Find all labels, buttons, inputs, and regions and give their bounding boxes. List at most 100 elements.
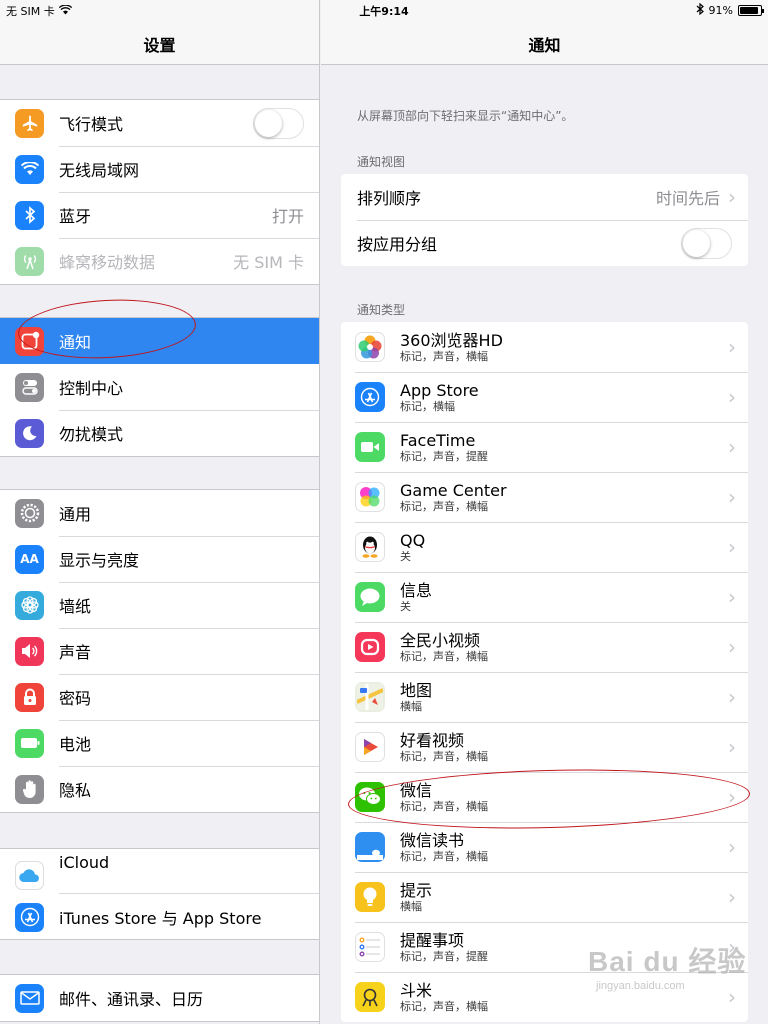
sidebar-item-label: 无线局域网 bbox=[59, 161, 140, 180]
app-alert-styles: 标记，声音，横幅 bbox=[400, 799, 488, 813]
app-notification-row-wechat-read[interactable]: 微信读书 标记，声音，横幅 › bbox=[341, 822, 748, 872]
sidebar-item-label: iTunes Store 与 App Store bbox=[59, 909, 262, 928]
app-alert-styles: 关 bbox=[400, 549, 411, 563]
sidebar-item-label: 墙纸 bbox=[59, 597, 92, 616]
app-notification-row-facetime[interactable]: FaceTime 标记，声音，提醒 › bbox=[341, 422, 748, 472]
chevron-right-icon: › bbox=[728, 985, 736, 1009]
app-alert-styles: 关 bbox=[400, 599, 411, 613]
app-text: 地图 横幅 bbox=[400, 681, 728, 714]
sidebar-item-moon[interactable]: 勿扰模式 bbox=[0, 410, 319, 456]
app-alert-styles: 横幅 bbox=[400, 899, 422, 913]
app-notification-row-haokan[interactable]: 好看视频 标记，声音，横幅 › bbox=[341, 722, 748, 772]
sidebar-item-label: 通用 bbox=[59, 505, 92, 524]
settings-sidebar: 设置 飞行模式 无线局域网 蓝牙 打开 蜂窝移动数据 无 SIM 卡通知 控制中心 勿扰模式通… bbox=[0, 0, 320, 1024]
app-notification-row-game-center[interactable]: Game Center 标记，声音，横幅 › bbox=[341, 472, 748, 522]
app-store-icon bbox=[355, 382, 385, 412]
app-name: 全民小视频 bbox=[400, 630, 481, 650]
chevron-right-icon: › bbox=[728, 385, 736, 409]
sidebar-item-label: 隐私 bbox=[59, 781, 92, 800]
notification-types-header: 通知类型 bbox=[357, 303, 406, 317]
toggle-knob bbox=[255, 109, 282, 137]
app-notification-row-maps[interactable]: 地图 横幅 › bbox=[341, 672, 748, 722]
chevron-right-icon: › bbox=[728, 185, 736, 209]
app-notification-row-doumi[interactable]: 斗米 标记，声音，横幅 › bbox=[341, 972, 748, 1022]
chevron-right-icon: › bbox=[728, 635, 736, 659]
sidebar-item-mail[interactable]: 邮件、通讯录、日历 bbox=[0, 975, 319, 1021]
facetime-icon bbox=[355, 432, 385, 462]
sidebar-item-gear[interactable]: 通用 bbox=[0, 490, 319, 536]
app-notification-row-video-app[interactable]: 全民小视频 标记，声音，横幅 › bbox=[341, 622, 748, 672]
sort-order-label: 排列顺序 bbox=[357, 189, 422, 208]
sidebar-item-airplane[interactable]: 飞行模式 bbox=[0, 100, 319, 146]
sidebar-item-battery[interactable]: 电池 bbox=[0, 720, 319, 766]
hand-icon bbox=[15, 774, 44, 804]
app-notification-row-reminders[interactable]: 提醒事项 标记，声音，提醒 › bbox=[341, 922, 748, 972]
settings-group: iCloud iTunes Store 与 App Store bbox=[0, 848, 319, 941]
battery-icon bbox=[738, 5, 764, 16]
tips-icon bbox=[355, 882, 385, 912]
app-text: App Store 标记，横幅 bbox=[400, 381, 728, 414]
sidebar-item-cellular[interactable]: 蜂窝移动数据 无 SIM 卡 bbox=[0, 238, 319, 284]
app-name: 360浏览器HD bbox=[400, 330, 503, 350]
app-alert-styles: 标记，声音，横幅 bbox=[400, 849, 488, 863]
sidebar-item-label: 飞行模式 bbox=[59, 115, 124, 134]
app-text: 微信 标记，声音，横幅 bbox=[400, 781, 728, 814]
chevron-right-icon: › bbox=[728, 685, 736, 709]
sidebar-item-display[interactable]: AA 显示与亮度 bbox=[0, 536, 319, 582]
app-alert-styles: 标记，声音，横幅 bbox=[400, 999, 488, 1013]
haokan-icon bbox=[355, 732, 385, 762]
notifications-icon bbox=[15, 326, 44, 356]
settings-title: 设置 bbox=[143, 36, 176, 55]
group-by-app-toggle[interactable] bbox=[681, 227, 732, 259]
app-text: 微信读书 标记，声音，横幅 bbox=[400, 831, 728, 864]
app-store-icon bbox=[15, 902, 44, 932]
sidebar-item-app-store[interactable]: iTunes Store 与 App Store bbox=[0, 893, 319, 941]
notifications-pane: 通知 从屏幕顶部向下轻扫来显示“通知中心”。 通知视图 排列顺序 时间先后 › … bbox=[321, 0, 768, 1024]
settings-group: 通知 控制中心勿扰模式 bbox=[0, 317, 319, 457]
app-text: FaceTime 标记，声音，提醒 bbox=[400, 431, 728, 464]
sidebar-item-speaker[interactable]: 声音 bbox=[0, 628, 319, 674]
app-alert-styles: 标记，声音，横幅 bbox=[400, 749, 488, 763]
settings-group: 通用 AA 显示与亮度墙纸声音密码电池隐私 bbox=[0, 489, 319, 813]
sidebar-item-control-center[interactable]: 控制中心 bbox=[0, 364, 319, 410]
airplane-mode-toggle[interactable] bbox=[253, 107, 304, 139]
browser-360-icon bbox=[355, 332, 385, 362]
app-notification-row-browser-360[interactable]: 360浏览器HD 标记，声音，横幅 › bbox=[341, 322, 748, 372]
sidebar-item-label: iCloud bbox=[59, 853, 110, 872]
app-name: 微信读书 bbox=[400, 830, 465, 850]
app-name: 提示 bbox=[400, 880, 433, 900]
app-text: 360浏览器HD 标记，声音，横幅 bbox=[400, 331, 728, 364]
sidebar-item-wallpaper[interactable]: 墙纸 bbox=[0, 582, 319, 628]
mail-icon bbox=[15, 983, 44, 1013]
speaker-icon bbox=[15, 636, 44, 666]
notifications-title: 通知 bbox=[528, 36, 561, 55]
chevron-right-icon: › bbox=[728, 585, 736, 609]
chevron-right-icon: › bbox=[728, 935, 736, 959]
wechat-icon bbox=[355, 782, 385, 812]
sort-order-row[interactable]: 排列顺序 时间先后 › bbox=[341, 174, 748, 220]
app-name: 信息 bbox=[400, 580, 433, 600]
settings-group: 邮件、通讯录、日历 bbox=[0, 974, 319, 1022]
clock: 上午9:14 bbox=[359, 5, 409, 18]
sidebar-item-hand[interactable]: 隐私 bbox=[0, 766, 319, 812]
app-notification-row-qq[interactable]: QQ 关 › bbox=[341, 522, 748, 572]
control-center-icon bbox=[15, 372, 44, 402]
sidebar-item-label: 显示与亮度 bbox=[59, 551, 140, 570]
sidebar-item-notifications[interactable]: 通知 bbox=[0, 318, 319, 364]
app-notification-row-tips[interactable]: 提示 横幅 › bbox=[341, 872, 748, 922]
app-notification-row-app-store[interactable]: App Store 标记，横幅 › bbox=[341, 372, 748, 422]
sidebar-item-label: 密码 bbox=[59, 689, 92, 708]
app-notification-row-wechat[interactable]: 微信 标记，声音，横幅 › bbox=[341, 772, 748, 822]
app-notification-row-messages[interactable]: 信息关 › bbox=[341, 572, 748, 622]
app-text: QQ 关 bbox=[400, 531, 728, 564]
sidebar-item-bluetooth[interactable]: 蓝牙 打开 bbox=[0, 192, 319, 238]
video-app-icon bbox=[355, 632, 385, 662]
sidebar-item-label: 声音 bbox=[59, 643, 92, 662]
sidebar-item-lock[interactable]: 密码 bbox=[0, 674, 319, 720]
sidebar-item-label: 蜂窝移动数据 bbox=[59, 253, 156, 272]
notification-center-hint: 从屏幕顶部向下轻扫来显示“通知中心”。 bbox=[357, 109, 574, 123]
sidebar-item-wifi[interactable]: 无线局域网 bbox=[0, 146, 319, 192]
sidebar-item-icloud[interactable]: iCloud bbox=[0, 849, 319, 893]
app-name: 提醒事项 bbox=[400, 930, 465, 950]
sidebar-item-label: 勿扰模式 bbox=[59, 425, 124, 444]
